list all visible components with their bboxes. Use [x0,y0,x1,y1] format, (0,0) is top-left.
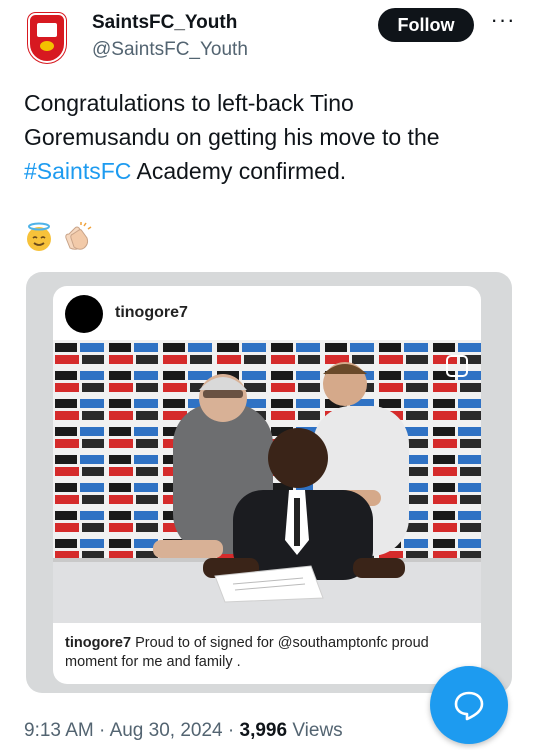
instagram-avatar[interactable] [65,295,103,333]
tweet-time[interactable]: 9:13 AM [24,720,94,741]
hashtag-link[interactable]: #SaintsFC [24,158,131,184]
reply-fab-button[interactable] [430,666,508,744]
tweet-header: SaintsFC_Youth @SaintsFC_Youth Follow ··… [0,0,535,80]
photo-illustration [53,340,481,623]
instagram-post[interactable]: tinogore7 tinogore7 Proud to of signed f… [53,286,481,684]
views-label: Views [292,720,343,741]
instagram-username[interactable]: tinogore7 [115,304,188,322]
tweet-date[interactable]: Aug 30, 2024 [110,720,223,741]
avatar[interactable] [22,8,72,68]
reply-bubble-icon [454,691,484,721]
club-crest-icon [30,15,64,61]
smiling-face-with-halo-icon [27,222,51,251]
tweet-text-start: Congratulations to left-back Tino Goremu… [24,90,440,150]
tweet-text: Congratulations to left-back Tino Goremu… [24,86,504,188]
instagram-caption: tinogore7 Proud to of signed for @southa… [65,634,475,672]
follow-button[interactable]: Follow [378,8,474,42]
account-name[interactable]: SaintsFC_Youth [92,12,237,34]
meta-separator: · [227,720,235,741]
tweet-meta: 9:13 AM · Aug 30, 2024 · 3,996 Views [24,720,343,742]
caption-username[interactable]: tinogore7 [65,635,131,651]
clapping-hands-icon [65,222,92,250]
account-handle[interactable]: @SaintsFC_Youth [92,39,248,61]
more-icon: ··· [490,7,516,32]
signing-photo[interactable] [53,340,481,623]
more-options-button[interactable]: ··· [483,6,523,34]
views-count: 3,996 [239,720,288,741]
tweet-text-end: Academy confirmed. [131,158,347,184]
meta-separator: · [99,720,106,741]
